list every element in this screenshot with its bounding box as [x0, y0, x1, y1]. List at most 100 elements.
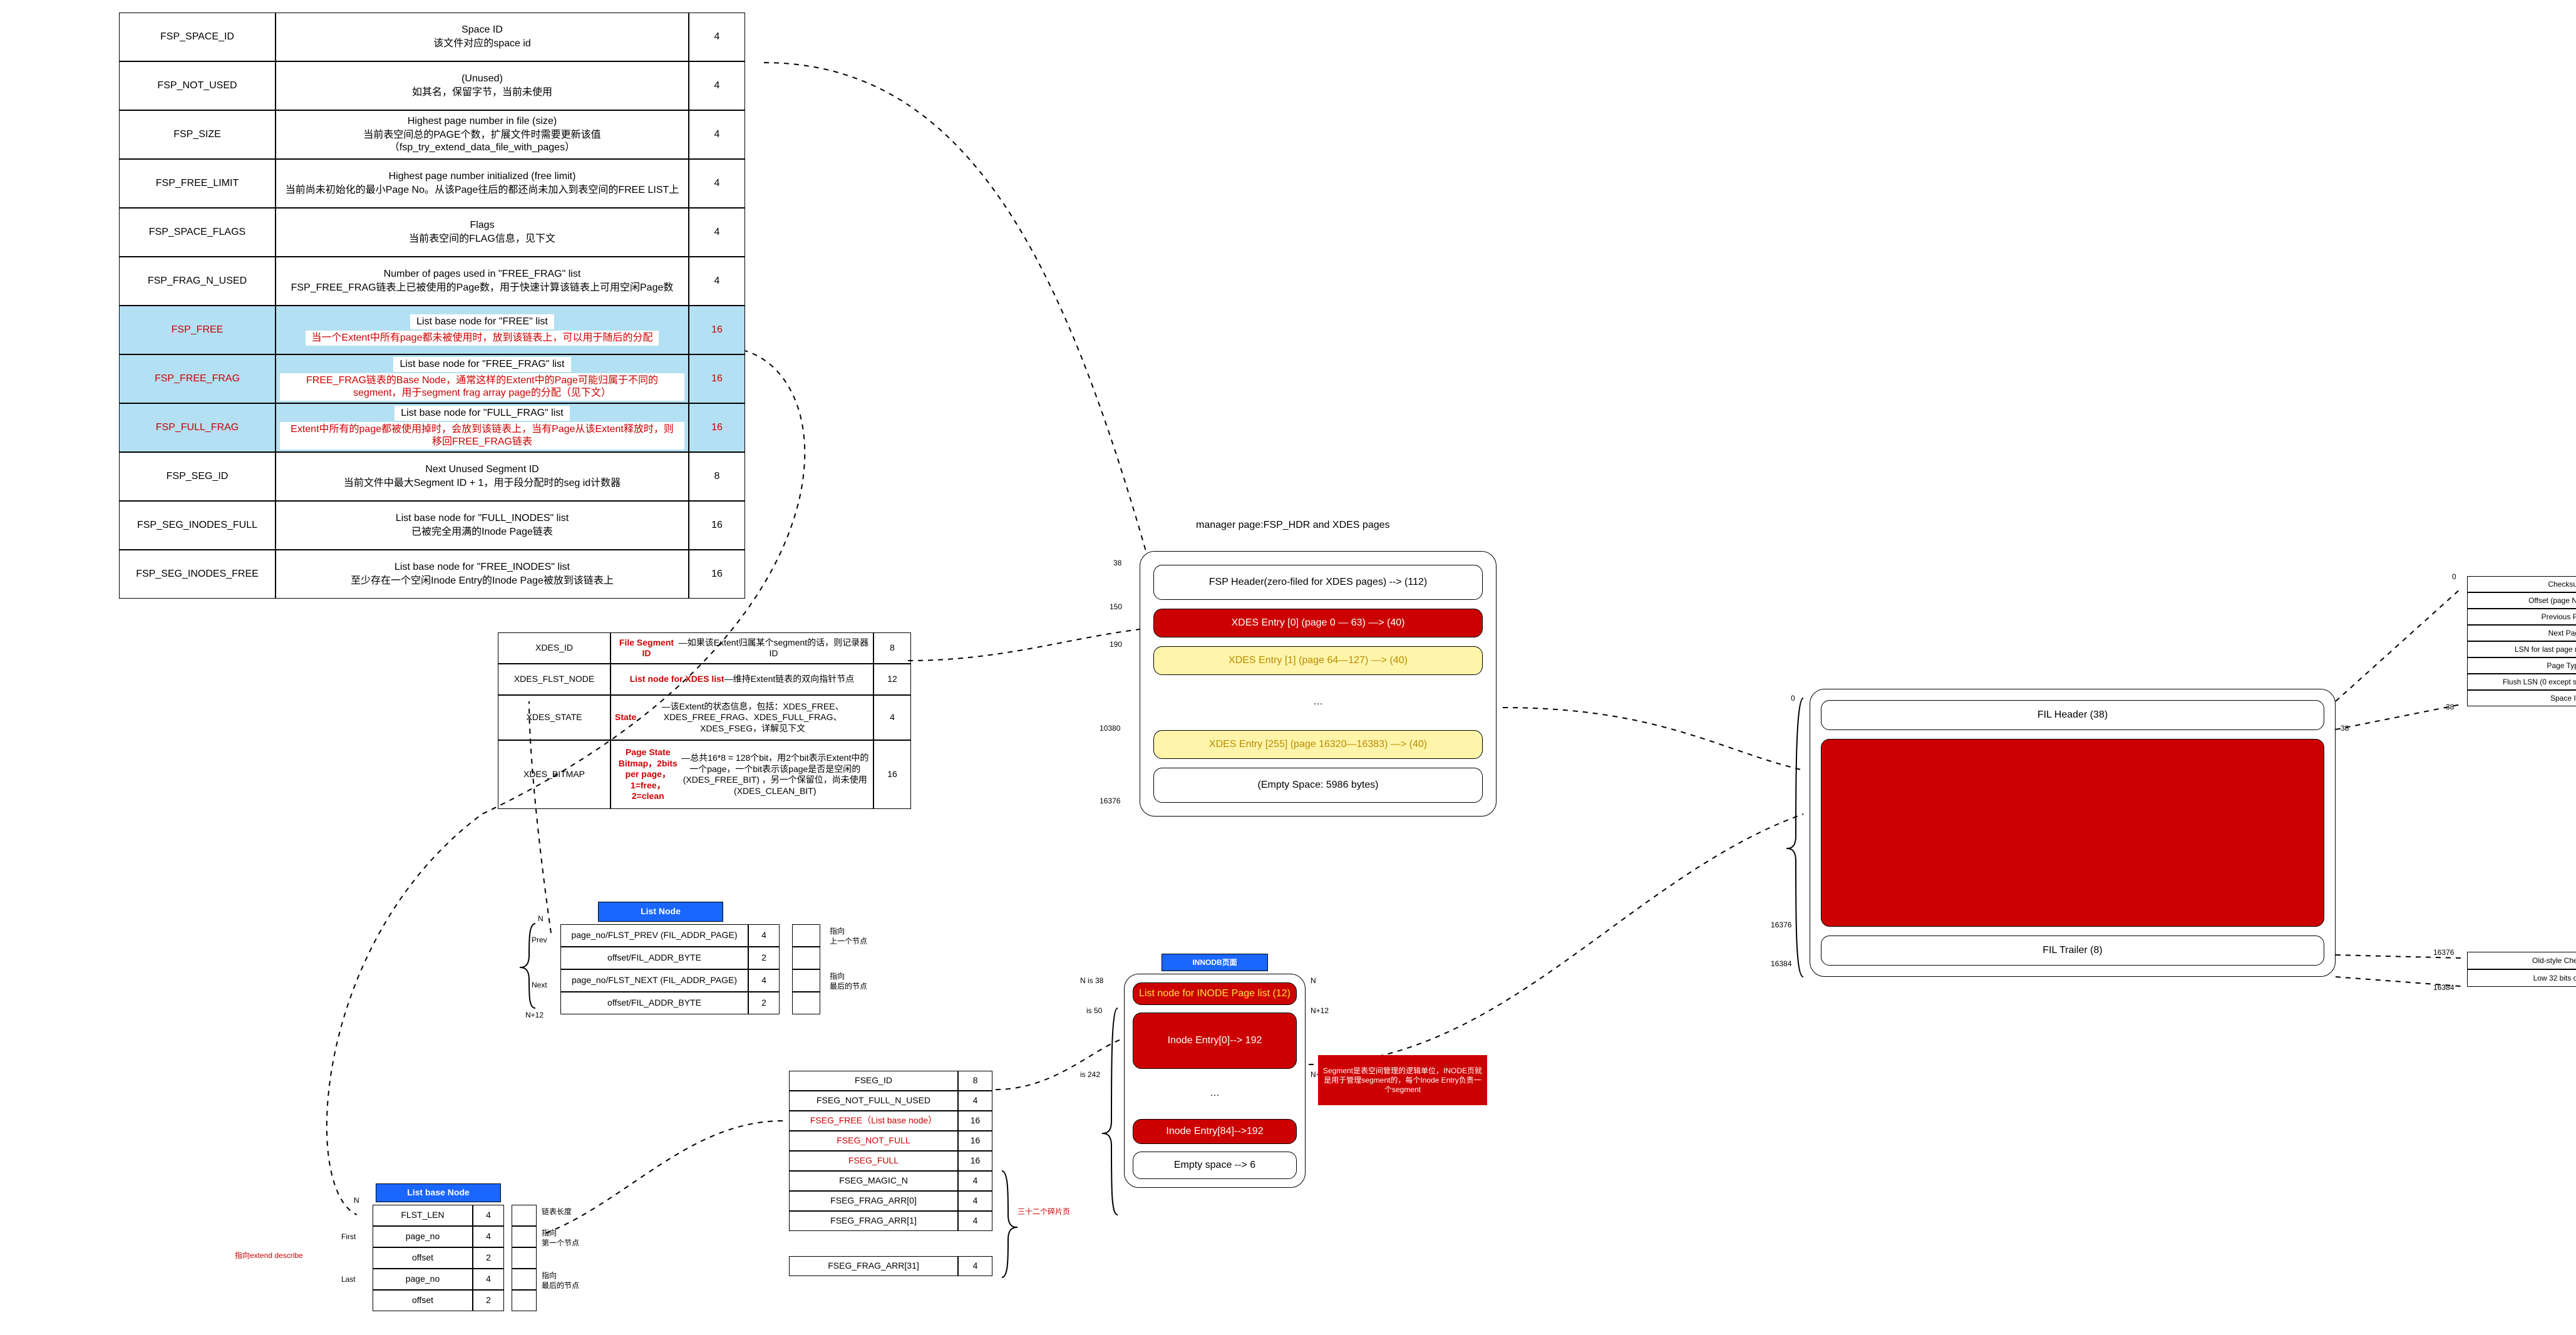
fseg-row-name: FSEG_FRAG_ARR[1] [789, 1211, 958, 1231]
fsp-row-desc: List base node for "FULL_INODES" list已被完… [276, 501, 689, 550]
page-panel-item: FIL Trailer (8) [1821, 936, 2324, 966]
fseg-row-name: FSEG_NOT_FULL_N_USED [789, 1091, 958, 1111]
bx [512, 1269, 537, 1290]
fseg-row-name: FSEG_ID [789, 1071, 958, 1091]
fseg-row-size: 4 [958, 1211, 992, 1231]
bx [512, 1205, 537, 1226]
list-base-header: List base Node [376, 1183, 501, 1202]
fsp-row-desc: Highest page number initialized (free li… [276, 159, 689, 208]
fil-header-row: Flush LSN (0 except space 0 page 0) (8) [2467, 674, 2576, 690]
manager-item: FSP Header(zero-filed for XDES pages) --… [1153, 565, 1483, 600]
lbn-row-name: page_no [373, 1226, 473, 1247]
xdes-row-size: 8 [873, 632, 911, 664]
fsp-row-name: FSP_SPACE_ID [119, 13, 276, 61]
xdes-row-size: 16 [873, 740, 911, 809]
innodb-item: List node for INODE Page list (12) [1133, 982, 1297, 1005]
lbn-row-size: 2 [473, 1290, 504, 1311]
lbn-row-name: offset [373, 1247, 473, 1269]
fil-trailer-row: Low 32 bits of LSN (4) [2467, 969, 2576, 987]
fil-trailer-row: Old-style Checksum(4) [2467, 952, 2576, 969]
xdes-row-name: XDES_ID [498, 632, 611, 664]
brace-box [792, 992, 820, 1014]
manager-item: XDES Entry [0] (page 0 — 63) —> (40) [1153, 609, 1483, 637]
fsp-row-name: FSP_NOT_USED [119, 61, 276, 110]
innodb-item: Empty space --> 6 [1133, 1152, 1297, 1179]
fsp-row-size: 4 [689, 61, 745, 110]
list-node-header: List Node [598, 902, 723, 922]
fseg-row-size: 4 [958, 1191, 992, 1211]
fsp-row-name: FSP_SIZE [119, 110, 276, 159]
fsp-row-size: 16 [689, 403, 745, 452]
lbn-row-size: 2 [473, 1247, 504, 1269]
page-panel-item: FIL Header (38) [1821, 700, 2324, 730]
ln-row-name: offset/FIL_ADDR_BYTE [560, 947, 748, 969]
fsp-row-size: 16 [689, 354, 745, 403]
fsp-row-desc: Highest page number in file (size)当前表空间总… [276, 110, 689, 159]
ln-row-size: 4 [748, 969, 780, 992]
manager-item: XDES Entry [1] (page 64—127) —> (40) [1153, 646, 1483, 675]
fil-header-row: Offset (page Number) (4) [2467, 592, 2576, 609]
fsp-row-desc: List base node for "FREE_FRAG" listFREE_… [276, 354, 689, 403]
brace-box [792, 969, 820, 992]
ln-row-name: offset/FIL_ADDR_BYTE [560, 992, 748, 1014]
lbn-row-name: offset [373, 1290, 473, 1311]
lbn-row-size: 4 [473, 1269, 504, 1290]
fsp-row-size: 4 [689, 13, 745, 61]
brace-box [792, 924, 820, 947]
ln-row-name: page_no/FLST_PREV (FIL_ADDR_PAGE) [560, 924, 748, 947]
fsp-row-name: FSP_FULL_FRAG [119, 403, 276, 452]
xdes-row-desc: State—该Extent的状态信息，包括：XDES_FREE、XDES_FRE… [611, 695, 873, 740]
fsp-row-desc: List base node for "FULL_FRAG" listExten… [276, 403, 689, 452]
fseg-row-name: FSEG_FULL [789, 1151, 958, 1171]
fseg-row-name: FSEG_FRAG_ARR[0] [789, 1191, 958, 1211]
lbn-row-size: 4 [473, 1205, 504, 1226]
fseg-row-size: 16 [958, 1151, 992, 1171]
manager-item: (Empty Space: 5986 bytes) [1153, 768, 1483, 803]
innodb-note: Segment是表空间管理的逻辑单位，INODE页就是用于管理segment的，… [1318, 1055, 1487, 1105]
fsp-row-size: 4 [689, 110, 745, 159]
fsp-row-size: 16 [689, 501, 745, 550]
diagram-canvas: FSP_SPACE_IDSpace ID该文件对应的space id4FSP_N… [0, 0, 2576, 1335]
fsp-row-name: FSP_FREE_FRAG [119, 354, 276, 403]
xdes-row-desc: List node for XDES list—维持Extent链表的双向指针节… [611, 664, 873, 695]
ln-row-size: 2 [748, 947, 780, 969]
innodb-item: Inode Entry[0]--> 192 [1133, 1013, 1297, 1069]
fseg-row-name: FSEG_NOT_FULL [789, 1131, 958, 1151]
fsp-row-desc: Flags当前表空间的FLAG信息，见下文 [276, 208, 689, 257]
bx [512, 1226, 537, 1247]
fsp-row-name: FSP_SPACE_FLAGS [119, 208, 276, 257]
xdes-row-name: XDES_FLST_NODE [498, 664, 611, 695]
fseg-row-size: 4 [958, 1091, 992, 1111]
fil-header-row: LSN for last page modification (8) [2467, 641, 2576, 657]
fseg-row-size: 8 [958, 1071, 992, 1091]
xdes-row-desc: Page State Bitmap，2bits per page，1=free，… [611, 740, 873, 809]
brace-box [792, 947, 820, 969]
lbn-row-name: FLST_LEN [373, 1205, 473, 1226]
ln-row-size: 4 [748, 924, 780, 947]
fsp-row-size: 4 [689, 159, 745, 208]
fsp-row-name: FSP_SEG_INODES_FREE [119, 550, 276, 599]
xdes-row-size: 12 [873, 664, 911, 695]
xdes-row-name: XDES_STATE [498, 695, 611, 740]
innodb-item: Inode Entry[84]-->192 [1133, 1119, 1297, 1144]
fsp-row-name: FSP_SEG_INODES_FULL [119, 501, 276, 550]
fseg-row-size: 16 [958, 1131, 992, 1151]
fsp-row-desc: Space ID该文件对应的space id [276, 13, 689, 61]
xdes-row-size: 4 [873, 695, 911, 740]
bx [512, 1290, 537, 1311]
fseg-row-size: 16 [958, 1111, 992, 1131]
fseg-row-size: 4 [958, 1171, 992, 1191]
fsp-row-desc: List base node for "FREE_INODES" list至少存… [276, 550, 689, 599]
fsp-row-desc: List base node for "FREE" list当一个Extent中… [276, 306, 689, 354]
fsp-row-size: 4 [689, 208, 745, 257]
fil-header-row: Previous Page(4) [2467, 609, 2576, 625]
fil-header-row: Page Type (2) [2467, 657, 2576, 674]
fsp-row-name: FSP_SEG_ID [119, 452, 276, 501]
fsp-row-size: 16 [689, 550, 745, 599]
fsp-row-name: FSP_FREE [119, 306, 276, 354]
fil-header-row: Space ID(4) [2467, 690, 2576, 706]
fsp-row-size: 8 [689, 452, 745, 501]
lbn-row-name: page_no [373, 1269, 473, 1290]
fseg-row-name: FSEG_FRAG_ARR[31] [789, 1256, 958, 1276]
fsp-row-name: FSP_FRAG_N_USED [119, 257, 276, 306]
